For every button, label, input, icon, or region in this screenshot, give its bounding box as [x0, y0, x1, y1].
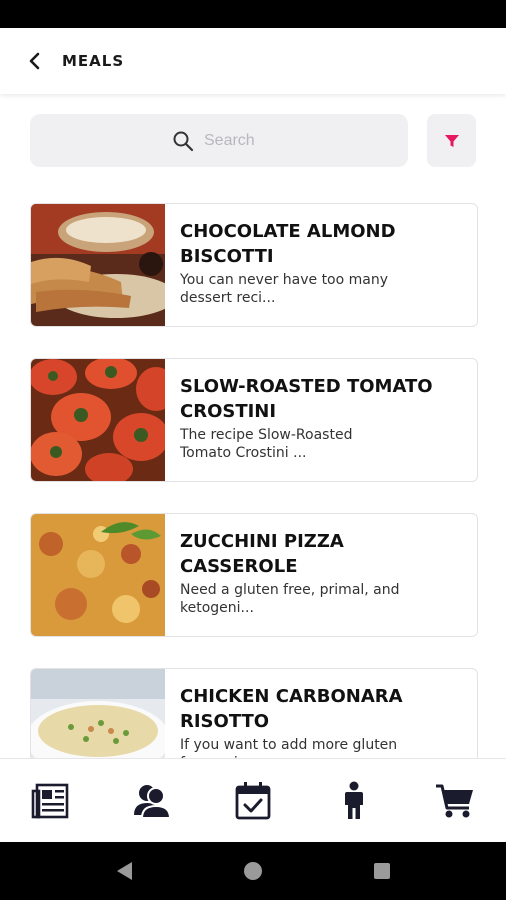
meal-image-risotto — [31, 669, 165, 758]
person-icon — [345, 781, 364, 819]
meal-card-crostini[interactable]: SLOW-ROASTED TOMATO CROSTINI The recipe … — [30, 358, 478, 482]
meal-image-crostini — [31, 359, 165, 481]
filter-icon — [444, 134, 459, 147]
recents-square-icon — [373, 863, 390, 879]
meal-title: ZUCCHINI PIZZA CASSEROLE — [180, 531, 344, 577]
meal-card-biscotti[interactable]: CHOCOLATE ALMOND BISCOTTI You can never … — [30, 203, 478, 327]
page-title: MEALS — [62, 52, 125, 70]
nav-person[interactable] — [324, 771, 384, 831]
meal-title: CHICKEN CARBONARA RISOTTO — [180, 686, 403, 732]
search-bar[interactable] — [30, 114, 408, 167]
bottom-nav — [0, 758, 506, 843]
meal-description: The recipe Slow-Roasted Tomato Crostini … — [180, 427, 353, 461]
cart-icon — [436, 784, 474, 818]
search-icon — [173, 131, 194, 151]
system-recents-button[interactable] — [362, 851, 402, 891]
nav-calendar[interactable] — [223, 771, 283, 831]
meal-card-casserole[interactable]: ZUCCHINI PIZZA CASSEROLE Need a gluten f… — [30, 513, 478, 637]
back-triangle-icon — [117, 862, 133, 880]
meal-description: You can never have too many dessert reci… — [180, 272, 389, 306]
meal-description: Need a gluten free, primal, and ketogeni… — [180, 582, 400, 616]
nav-newspaper[interactable] — [21, 771, 81, 831]
meal-title: SLOW-ROASTED TOMATO CROSTINI — [180, 376, 433, 422]
meal-image-biscotti — [31, 204, 165, 326]
status-bar — [0, 0, 506, 28]
meal-image-casserole — [31, 514, 165, 636]
calendar-check-icon — [235, 782, 271, 820]
newspaper-icon — [31, 783, 68, 819]
nav-cart[interactable] — [425, 771, 485, 831]
nav-users[interactable] — [122, 771, 182, 831]
users-icon — [133, 785, 171, 819]
back-button[interactable] — [10, 28, 60, 94]
system-back-button[interactable] — [104, 851, 144, 891]
meal-list: CHOCOLATE ALMOND BISCOTTI You can never … — [30, 203, 478, 758]
filter-button[interactable] — [427, 114, 476, 167]
search-input[interactable] — [202, 130, 266, 151]
meal-card-risotto[interactable]: CHICKEN CARBONARA RISOTTO If you want to… — [30, 668, 478, 758]
system-nav-bar — [0, 842, 506, 900]
app-bar: MEALS — [0, 28, 506, 94]
system-home-button[interactable] — [233, 851, 273, 891]
home-circle-icon — [243, 862, 262, 880]
meal-description: If you want to add more gluten free reci… — [180, 737, 398, 758]
meal-title: CHOCOLATE ALMOND BISCOTTI — [180, 221, 396, 267]
chevron-left-icon — [29, 52, 40, 70]
